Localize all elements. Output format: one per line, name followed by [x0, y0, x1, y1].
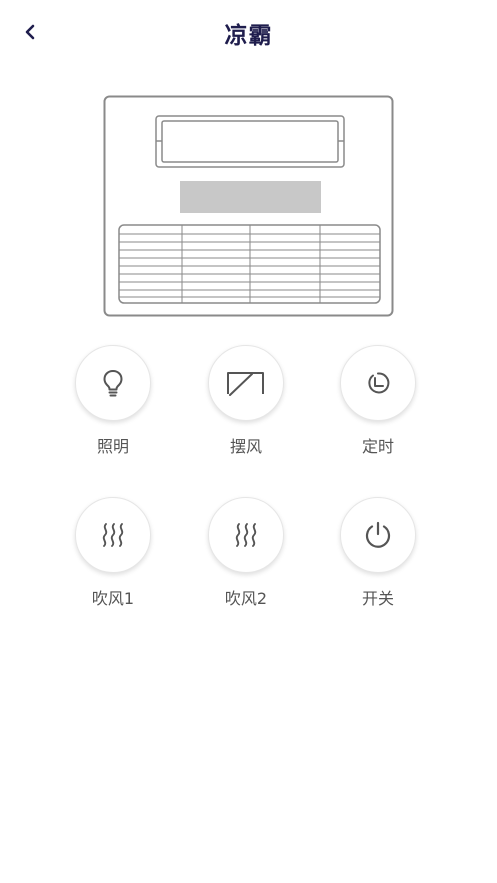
- power-button-circle[interactable]: [340, 497, 416, 573]
- header: 凉霸: [0, 0, 497, 64]
- swing-icon: [226, 368, 266, 398]
- light-button-circle[interactable]: [75, 345, 151, 421]
- swing-button-circle[interactable]: [208, 345, 284, 421]
- app-screen: 凉霸 照明 摆风 定时 吹风1 吹风2 开关: [0, 0, 497, 883]
- clock-icon: [365, 370, 391, 396]
- blow2-button-circle[interactable]: [208, 497, 284, 573]
- blow1-label: 吹风1: [91, 589, 135, 608]
- device-illustration: [103, 95, 394, 317]
- lightbulb-icon: [100, 368, 126, 398]
- blow2-label: 吹风2: [224, 589, 268, 608]
- page-title: 凉霸: [224, 23, 273, 49]
- timer-label: 定时: [361, 437, 394, 456]
- light-label: 照明: [96, 437, 129, 456]
- blow1-button-circle[interactable]: [75, 497, 151, 573]
- power-icon: [362, 519, 394, 551]
- timer-button-circle[interactable]: [340, 345, 416, 421]
- wind-waves-icon: [232, 521, 260, 549]
- wind-waves-icon: [99, 521, 127, 549]
- power-label: 开关: [361, 589, 394, 608]
- swing-label: 摆风: [229, 437, 262, 456]
